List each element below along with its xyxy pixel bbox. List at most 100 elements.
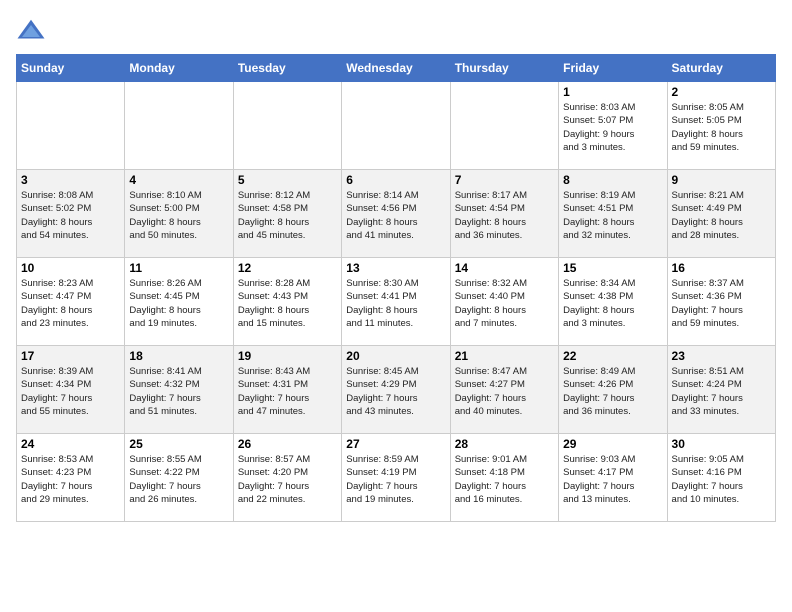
calendar-cell: 13Sunrise: 8:30 AM Sunset: 4:41 PM Dayli… <box>342 258 450 346</box>
day-number: 29 <box>563 437 662 451</box>
day-number: 17 <box>21 349 120 363</box>
calendar-cell: 1 Sunrise: 8:03 AM Sunset: 5:07 PM Daylig… <box>559 82 667 170</box>
day-info: Sunrise: 8:32 AM Sunset: 4:40 PM Dayligh… <box>455 277 554 330</box>
calendar-cell: 19 Sunrise: 8:43 AM Sunset: 4:31 PM Dayli… <box>233 346 341 434</box>
day-number: 3 <box>21 173 120 187</box>
calendar-cell: 11Sunrise: 8:26 AM Sunset: 4:45 PM Dayli… <box>125 258 233 346</box>
day-info: Sunrise: 8:21 AM Sunset: 4:49 PM Dayligh… <box>672 189 771 242</box>
calendar-cell: 28 Sunrise: 9:01 AM Sunset: 4:18 PM Dayli… <box>450 434 558 522</box>
day-number: 18 <box>129 349 228 363</box>
day-info: Sunrise: 8:37 AM Sunset: 4:36 PM Dayligh… <box>672 277 771 330</box>
day-info: Sunrise: 8:19 AM Sunset: 4:51 PM Dayligh… <box>563 189 662 242</box>
calendar-header-tuesday: Tuesday <box>233 55 341 82</box>
calendar-header-row: SundayMondayTuesdayWednesdayThursdayFrid… <box>17 55 776 82</box>
day-number: 15 <box>563 261 662 275</box>
day-number: 2 <box>672 85 771 99</box>
calendar-cell: 9 Sunrise: 8:21 AM Sunset: 4:49 PM Daylig… <box>667 170 775 258</box>
calendar-cell: 16 Sunrise: 8:37 AM Sunset: 4:36 PM Dayli… <box>667 258 775 346</box>
calendar-cell: 14 Sunrise: 8:32 AM Sunset: 4:40 PM Dayli… <box>450 258 558 346</box>
calendar-cell: 24 Sunrise: 8:53 AM Sunset: 4:23 PM Dayli… <box>17 434 125 522</box>
day-number: 16 <box>672 261 771 275</box>
calendar-cell: 4 Sunrise: 8:10 AM Sunset: 5:00 PM Daylig… <box>125 170 233 258</box>
calendar-cell: 25Sunrise: 8:55 AM Sunset: 4:22 PM Dayli… <box>125 434 233 522</box>
day-info: Sunrise: 8:47 AM Sunset: 4:27 PM Dayligh… <box>455 365 554 418</box>
calendar-cell: 18 Sunrise: 8:41 AM Sunset: 4:32 PM Dayli… <box>125 346 233 434</box>
calendar-cell: 30 Sunrise: 9:05 AM Sunset: 4:16 PM Dayli… <box>667 434 775 522</box>
day-info: Sunrise: 8:57 AM Sunset: 4:20 PM Dayligh… <box>238 453 337 506</box>
page-header <box>16 16 776 46</box>
day-number: 27 <box>346 437 445 451</box>
day-number: 6 <box>346 173 445 187</box>
day-number: 7 <box>455 173 554 187</box>
calendar-cell: 7 Sunrise: 8:17 AM Sunset: 4:54 PM Daylig… <box>450 170 558 258</box>
calendar-cell: 17 Sunrise: 8:39 AM Sunset: 4:34 PM Dayli… <box>17 346 125 434</box>
day-number: 28 <box>455 437 554 451</box>
day-info: Sunrise: 8:10 AM Sunset: 5:00 PM Dayligh… <box>129 189 228 242</box>
day-number: 21 <box>455 349 554 363</box>
calendar-week-row: 17 Sunrise: 8:39 AM Sunset: 4:34 PM Dayli… <box>17 346 776 434</box>
day-number: 22 <box>563 349 662 363</box>
calendar-week-row: 24 Sunrise: 8:53 AM Sunset: 4:23 PM Dayli… <box>17 434 776 522</box>
day-info: Sunrise: 8:39 AM Sunset: 4:34 PM Dayligh… <box>21 365 120 418</box>
calendar-header-saturday: Saturday <box>667 55 775 82</box>
day-info: Sunrise: 8:51 AM Sunset: 4:24 PM Dayligh… <box>672 365 771 418</box>
calendar-cell <box>342 82 450 170</box>
calendar-cell: 20Sunrise: 8:45 AM Sunset: 4:29 PM Dayli… <box>342 346 450 434</box>
calendar-cell: 3Sunrise: 8:08 AM Sunset: 5:02 PM Daylig… <box>17 170 125 258</box>
day-info: Sunrise: 9:05 AM Sunset: 4:16 PM Dayligh… <box>672 453 771 506</box>
day-number: 9 <box>672 173 771 187</box>
day-info: Sunrise: 8:14 AM Sunset: 4:56 PM Dayligh… <box>346 189 445 242</box>
calendar-cell: 26 Sunrise: 8:57 AM Sunset: 4:20 PM Dayli… <box>233 434 341 522</box>
day-info: Sunrise: 8:23 AM Sunset: 4:47 PM Dayligh… <box>21 277 120 330</box>
calendar-cell: 21 Sunrise: 8:47 AM Sunset: 4:27 PM Dayli… <box>450 346 558 434</box>
calendar-cell: 22 Sunrise: 8:49 AM Sunset: 4:26 PM Dayli… <box>559 346 667 434</box>
day-info: Sunrise: 8:55 AM Sunset: 4:22 PM Dayligh… <box>129 453 228 506</box>
day-info: Sunrise: 8:28 AM Sunset: 4:43 PM Dayligh… <box>238 277 337 330</box>
calendar-cell: 27 Sunrise: 8:59 AM Sunset: 4:19 PM Dayli… <box>342 434 450 522</box>
day-info: Sunrise: 8:17 AM Sunset: 4:54 PM Dayligh… <box>455 189 554 242</box>
day-info: Sunrise: 8:59 AM Sunset: 4:19 PM Dayligh… <box>346 453 445 506</box>
day-number: 24 <box>21 437 120 451</box>
day-number: 1 <box>563 85 662 99</box>
day-number: 10 <box>21 261 120 275</box>
day-number: 20 <box>346 349 445 363</box>
day-info: Sunrise: 9:03 AM Sunset: 4:17 PM Dayligh… <box>563 453 662 506</box>
day-number: 14 <box>455 261 554 275</box>
calendar-table: SundayMondayTuesdayWednesdayThursdayFrid… <box>16 54 776 522</box>
calendar-header-thursday: Thursday <box>450 55 558 82</box>
day-number: 30 <box>672 437 771 451</box>
day-info: Sunrise: 9:01 AM Sunset: 4:18 PM Dayligh… <box>455 453 554 506</box>
calendar-cell: 8Sunrise: 8:19 AM Sunset: 4:51 PM Daylig… <box>559 170 667 258</box>
logo <box>16 16 50 46</box>
calendar-cell: 10 Sunrise: 8:23 AM Sunset: 4:47 PM Dayli… <box>17 258 125 346</box>
day-info: Sunrise: 8:49 AM Sunset: 4:26 PM Dayligh… <box>563 365 662 418</box>
calendar-cell <box>233 82 341 170</box>
day-info: Sunrise: 8:34 AM Sunset: 4:38 PM Dayligh… <box>563 277 662 330</box>
day-info: Sunrise: 8:43 AM Sunset: 4:31 PM Dayligh… <box>238 365 337 418</box>
day-number: 23 <box>672 349 771 363</box>
day-info: Sunrise: 8:03 AM Sunset: 5:07 PM Dayligh… <box>563 101 662 154</box>
calendar-header-monday: Monday <box>125 55 233 82</box>
day-info: Sunrise: 8:05 AM Sunset: 5:05 PM Dayligh… <box>672 101 771 154</box>
day-info: Sunrise: 8:53 AM Sunset: 4:23 PM Dayligh… <box>21 453 120 506</box>
calendar-cell <box>450 82 558 170</box>
day-info: Sunrise: 8:26 AM Sunset: 4:45 PM Dayligh… <box>129 277 228 330</box>
calendar-cell <box>17 82 125 170</box>
calendar-header-sunday: Sunday <box>17 55 125 82</box>
calendar-cell: 2 Sunrise: 8:05 AM Sunset: 5:05 PM Daylig… <box>667 82 775 170</box>
calendar-week-row: 3Sunrise: 8:08 AM Sunset: 5:02 PM Daylig… <box>17 170 776 258</box>
calendar-cell: 5 Sunrise: 8:12 AM Sunset: 4:58 PM Daylig… <box>233 170 341 258</box>
calendar-cell: 29 Sunrise: 9:03 AM Sunset: 4:17 PM Dayli… <box>559 434 667 522</box>
day-number: 5 <box>238 173 337 187</box>
day-info: Sunrise: 8:12 AM Sunset: 4:58 PM Dayligh… <box>238 189 337 242</box>
calendar-cell: 12Sunrise: 8:28 AM Sunset: 4:43 PM Dayli… <box>233 258 341 346</box>
day-number: 4 <box>129 173 228 187</box>
calendar-cell: 6 Sunrise: 8:14 AM Sunset: 4:56 PM Daylig… <box>342 170 450 258</box>
day-number: 26 <box>238 437 337 451</box>
calendar-week-row: 10 Sunrise: 8:23 AM Sunset: 4:47 PM Dayli… <box>17 258 776 346</box>
calendar-cell: 15 Sunrise: 8:34 AM Sunset: 4:38 PM Dayli… <box>559 258 667 346</box>
day-info: Sunrise: 8:41 AM Sunset: 4:32 PM Dayligh… <box>129 365 228 418</box>
day-number: 19 <box>238 349 337 363</box>
calendar-cell <box>125 82 233 170</box>
day-number: 13 <box>346 261 445 275</box>
